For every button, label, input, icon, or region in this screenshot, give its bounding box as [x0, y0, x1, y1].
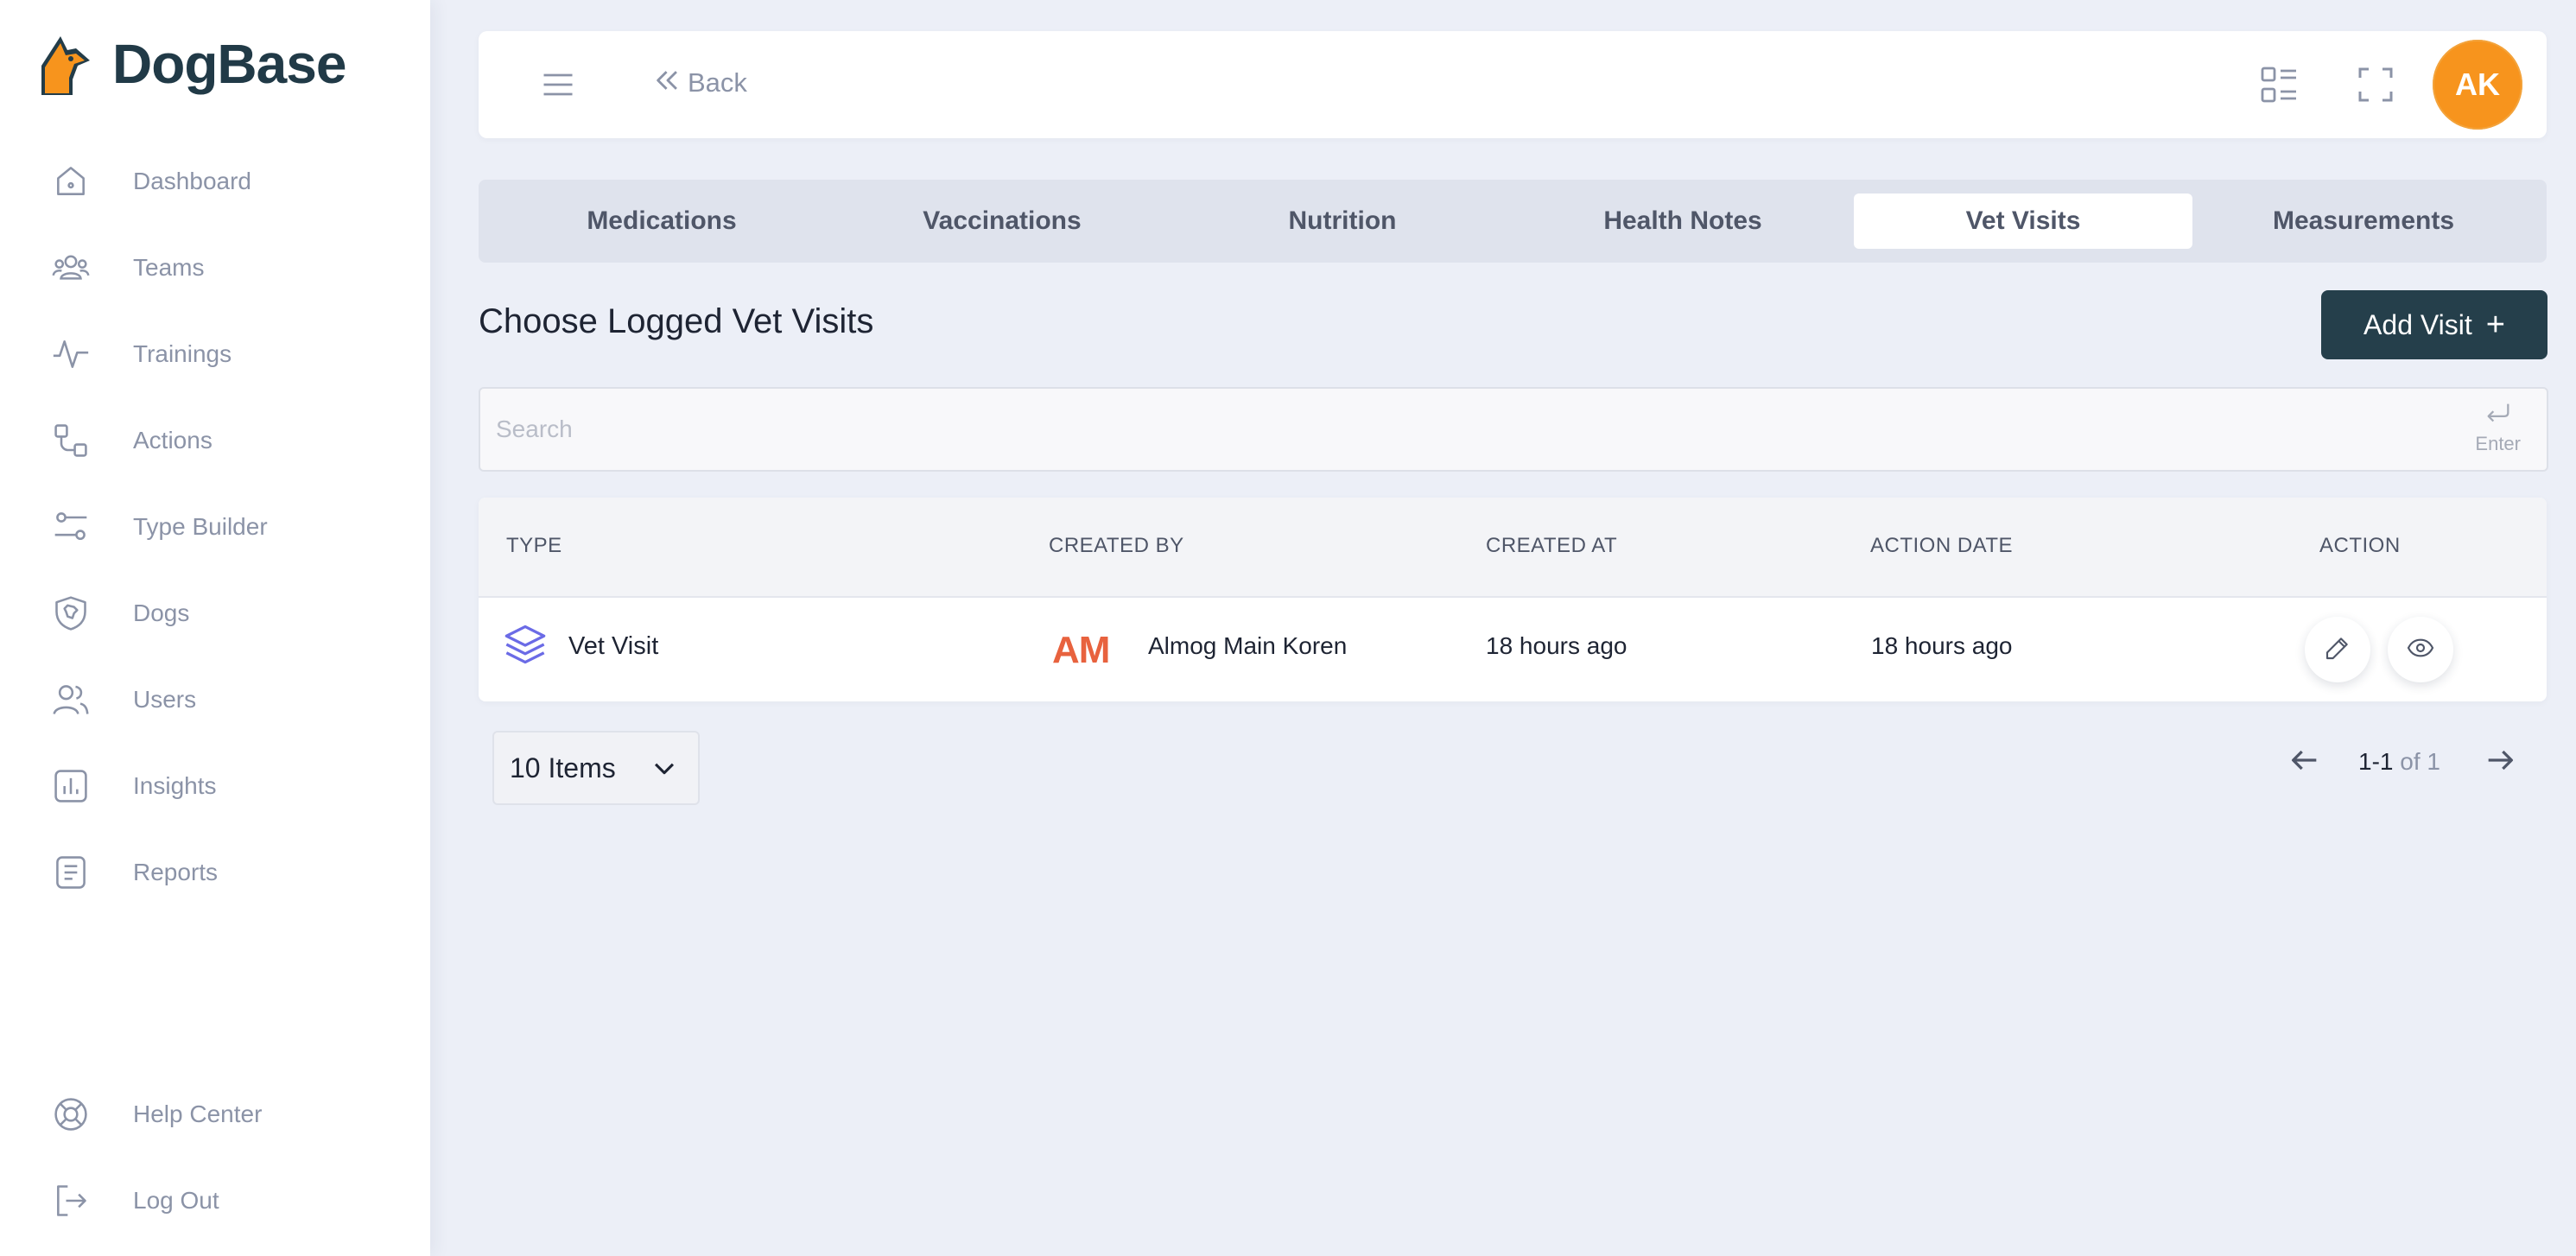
enter-return-icon	[2484, 403, 2513, 430]
lifebuoy-icon	[48, 1092, 93, 1137]
fullscreen-icon[interactable]	[2355, 64, 2396, 105]
arrow-left-icon	[2287, 750, 2322, 781]
column-header-action-date: ACTION DATE	[1870, 534, 2014, 557]
sidebar-item-log-out[interactable]: Log Out	[48, 1175, 219, 1227]
page-range: 1-1	[2358, 748, 2394, 775]
tab-vet-visits[interactable]: Vet Visits	[1854, 193, 2192, 249]
chart-icon	[48, 764, 93, 809]
sidebar-item-actions[interactable]: Actions	[48, 415, 213, 466]
tab-nutrition[interactable]: Nutrition	[1173, 193, 1512, 249]
team-icon	[48, 245, 93, 290]
user-avatar[interactable]: AK	[2433, 40, 2522, 130]
sidebar: DogBase Dashboard Teams Trainings Action…	[0, 0, 430, 1256]
action-date-cell: 18 hours ago	[1871, 632, 2013, 659]
sidebar-item-type-builder[interactable]: Type Builder	[48, 501, 268, 553]
search-box: Enter	[479, 387, 2548, 472]
pencil-icon	[2324, 634, 2351, 666]
sidebar-item-label: Help Center	[133, 1101, 263, 1127]
dog-logo-icon	[41, 36, 90, 95]
tab-measurements[interactable]: Measurements	[2194, 193, 2533, 249]
sidebar-item-dogs[interactable]: Dogs	[48, 587, 189, 639]
page-title: Choose Logged Vet Visits	[479, 302, 874, 340]
logout-icon	[48, 1178, 93, 1223]
arrow-right-icon	[2483, 750, 2517, 781]
sidebar-item-label: Actions	[133, 427, 213, 454]
users-icon	[48, 677, 93, 722]
sidebar-item-trainings[interactable]: Trainings	[48, 328, 232, 380]
document-icon	[48, 850, 93, 895]
column-header-created-by: CREATED BY	[1049, 534, 1184, 557]
dog-shield-icon	[48, 591, 93, 636]
sidebar-item-label: Teams	[133, 254, 205, 281]
enter-hint: Enter	[2475, 401, 2521, 455]
sidebar-item-teams[interactable]: Teams	[48, 242, 204, 294]
sliders-icon	[48, 504, 93, 549]
sidebar-item-help-center[interactable]: Help Center	[48, 1088, 262, 1140]
sidebar-item-label: Log Out	[133, 1187, 219, 1214]
enter-hint-label: Enter	[2475, 433, 2521, 454]
sidebar-item-label: Trainings	[133, 340, 232, 367]
double-chevron-left-icon	[653, 66, 682, 99]
sidebar-item-label: Dogs	[133, 599, 190, 626]
back-label: Back	[688, 67, 747, 98]
table-header: TYPE CREATED BY CREATED AT ACTION DATE A…	[479, 498, 2547, 598]
sidebar-item-insights[interactable]: Insights	[48, 760, 217, 812]
sidebar-item-dashboard[interactable]: Dashboard	[48, 155, 251, 207]
activity-icon	[48, 332, 93, 377]
sidebar-item-label: Type Builder	[133, 513, 268, 540]
add-visit-label: Add Visit	[2363, 308, 2472, 340]
column-header-action: ACTION	[2319, 534, 2401, 557]
add-visit-button[interactable]: Add Visit +	[2321, 290, 2547, 359]
created-at-cell: 18 hours ago	[1486, 632, 1627, 659]
created-by-cell: Almog Main Koren	[1148, 632, 1348, 659]
tab-vaccinations[interactable]: Vaccinations	[833, 193, 1171, 249]
hamburger-menu-icon[interactable]	[539, 66, 577, 104]
type-label: Vet Visit	[568, 632, 659, 660]
plus-icon: +	[2485, 306, 2505, 343]
layers-icon	[503, 622, 548, 671]
list-view-icon[interactable]	[2258, 64, 2300, 105]
sidebar-item-label: Reports	[133, 859, 219, 885]
sidebar-item-label: Dashboard	[133, 168, 251, 194]
app-name: DogBase	[112, 33, 346, 95]
eye-icon	[2407, 634, 2434, 666]
back-button[interactable]: Back	[653, 66, 747, 99]
sidebar-item-users[interactable]: Users	[48, 674, 196, 726]
vet-visits-table: TYPE CREATED BY CREATED AT ACTION DATE A…	[479, 498, 2547, 701]
chevron-down-icon	[650, 753, 679, 787]
tab-health-notes[interactable]: Health Notes	[1513, 193, 1852, 249]
next-page-button[interactable]	[2483, 743, 2517, 782]
type-cell: Vet Visit	[503, 622, 658, 671]
creator-logo: AM	[1052, 629, 1110, 671]
table-row[interactable]: Vet Visit AM Almog Main Koren 18 hours a…	[479, 598, 2547, 701]
app-logo[interactable]: DogBase	[38, 31, 346, 97]
previous-page-button[interactable]	[2287, 743, 2322, 782]
tab-bar: Medications Vaccinations Nutrition Healt…	[479, 180, 2547, 263]
top-bar: Back AK	[479, 31, 2547, 138]
sidebar-item-label: Users	[133, 686, 197, 713]
edit-button[interactable]	[2305, 617, 2370, 682]
flow-icon	[48, 418, 93, 463]
search-input[interactable]	[494, 408, 2398, 451]
pagination-range: 1-1 of 1	[2358, 748, 2440, 776]
page-total: of 1	[2400, 748, 2440, 775]
home-icon	[48, 159, 93, 204]
column-header-type: TYPE	[506, 534, 562, 557]
page-size-select[interactable]: 10 Items	[492, 731, 700, 805]
sidebar-item-label: Insights	[133, 772, 217, 799]
page-size-label: 10 Items	[510, 752, 616, 783]
sidebar-item-reports[interactable]: Reports	[48, 847, 218, 898]
column-header-created-at: CREATED AT	[1486, 534, 1618, 557]
tab-medications[interactable]: Medications	[492, 193, 831, 249]
view-button[interactable]	[2388, 617, 2453, 682]
